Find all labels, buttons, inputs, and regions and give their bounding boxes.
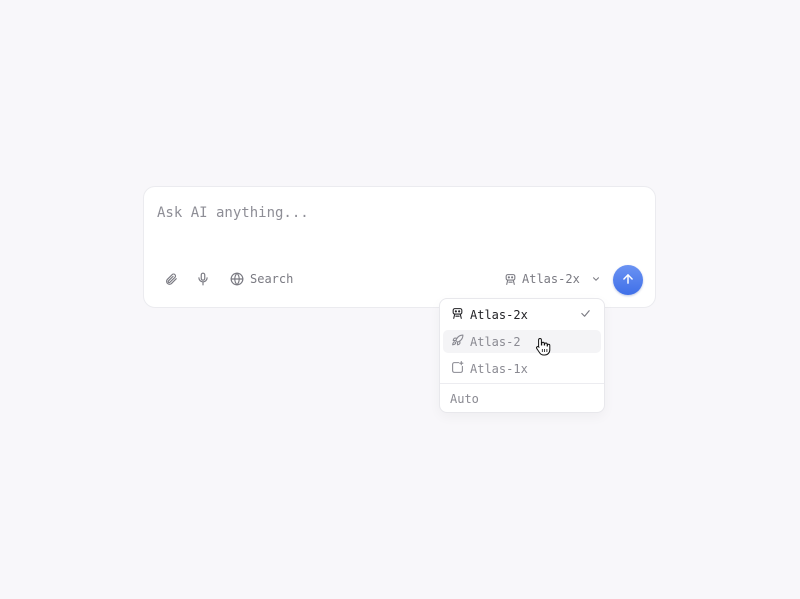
menu-divider bbox=[440, 383, 604, 384]
check-icon bbox=[580, 308, 591, 322]
arrow-up-icon bbox=[621, 271, 635, 290]
microphone-button[interactable] bbox=[196, 272, 210, 286]
globe-icon bbox=[230, 272, 244, 286]
search-button[interactable]: Search bbox=[230, 272, 293, 286]
paperclip-icon bbox=[164, 272, 178, 286]
model-selector[interactable]: Atlas-2x bbox=[504, 272, 601, 286]
attach-button[interactable] bbox=[164, 272, 178, 286]
sparkle-square-icon bbox=[451, 360, 464, 377]
rocket-icon bbox=[451, 334, 464, 350]
model-option-label: Atlas-2 bbox=[470, 334, 521, 349]
model-option-auto[interactable]: Auto bbox=[450, 392, 479, 406]
model-option-atlas-1x[interactable]: Atlas-1x bbox=[443, 357, 601, 380]
robot-icon bbox=[504, 273, 517, 286]
model-option-label: Atlas-1x bbox=[470, 361, 528, 376]
search-label: Search bbox=[250, 272, 294, 286]
microphone-icon bbox=[196, 272, 210, 286]
chevron-down-icon bbox=[591, 274, 601, 284]
robot-icon bbox=[451, 307, 464, 323]
model-option-atlas-2[interactable]: Atlas-2 bbox=[443, 330, 601, 353]
prompt-input[interactable] bbox=[157, 205, 637, 221]
selected-model-label: Atlas-2x bbox=[522, 272, 580, 286]
model-option-label: Atlas-2x bbox=[470, 307, 528, 322]
model-option-atlas-2x[interactable]: Atlas-2x bbox=[443, 303, 601, 326]
chat-composer: Search Atlas-2x bbox=[143, 186, 656, 308]
send-button[interactable] bbox=[613, 265, 643, 295]
model-dropdown: Atlas-2x Atlas-2 Atlas-1x Auto bbox=[439, 298, 605, 413]
